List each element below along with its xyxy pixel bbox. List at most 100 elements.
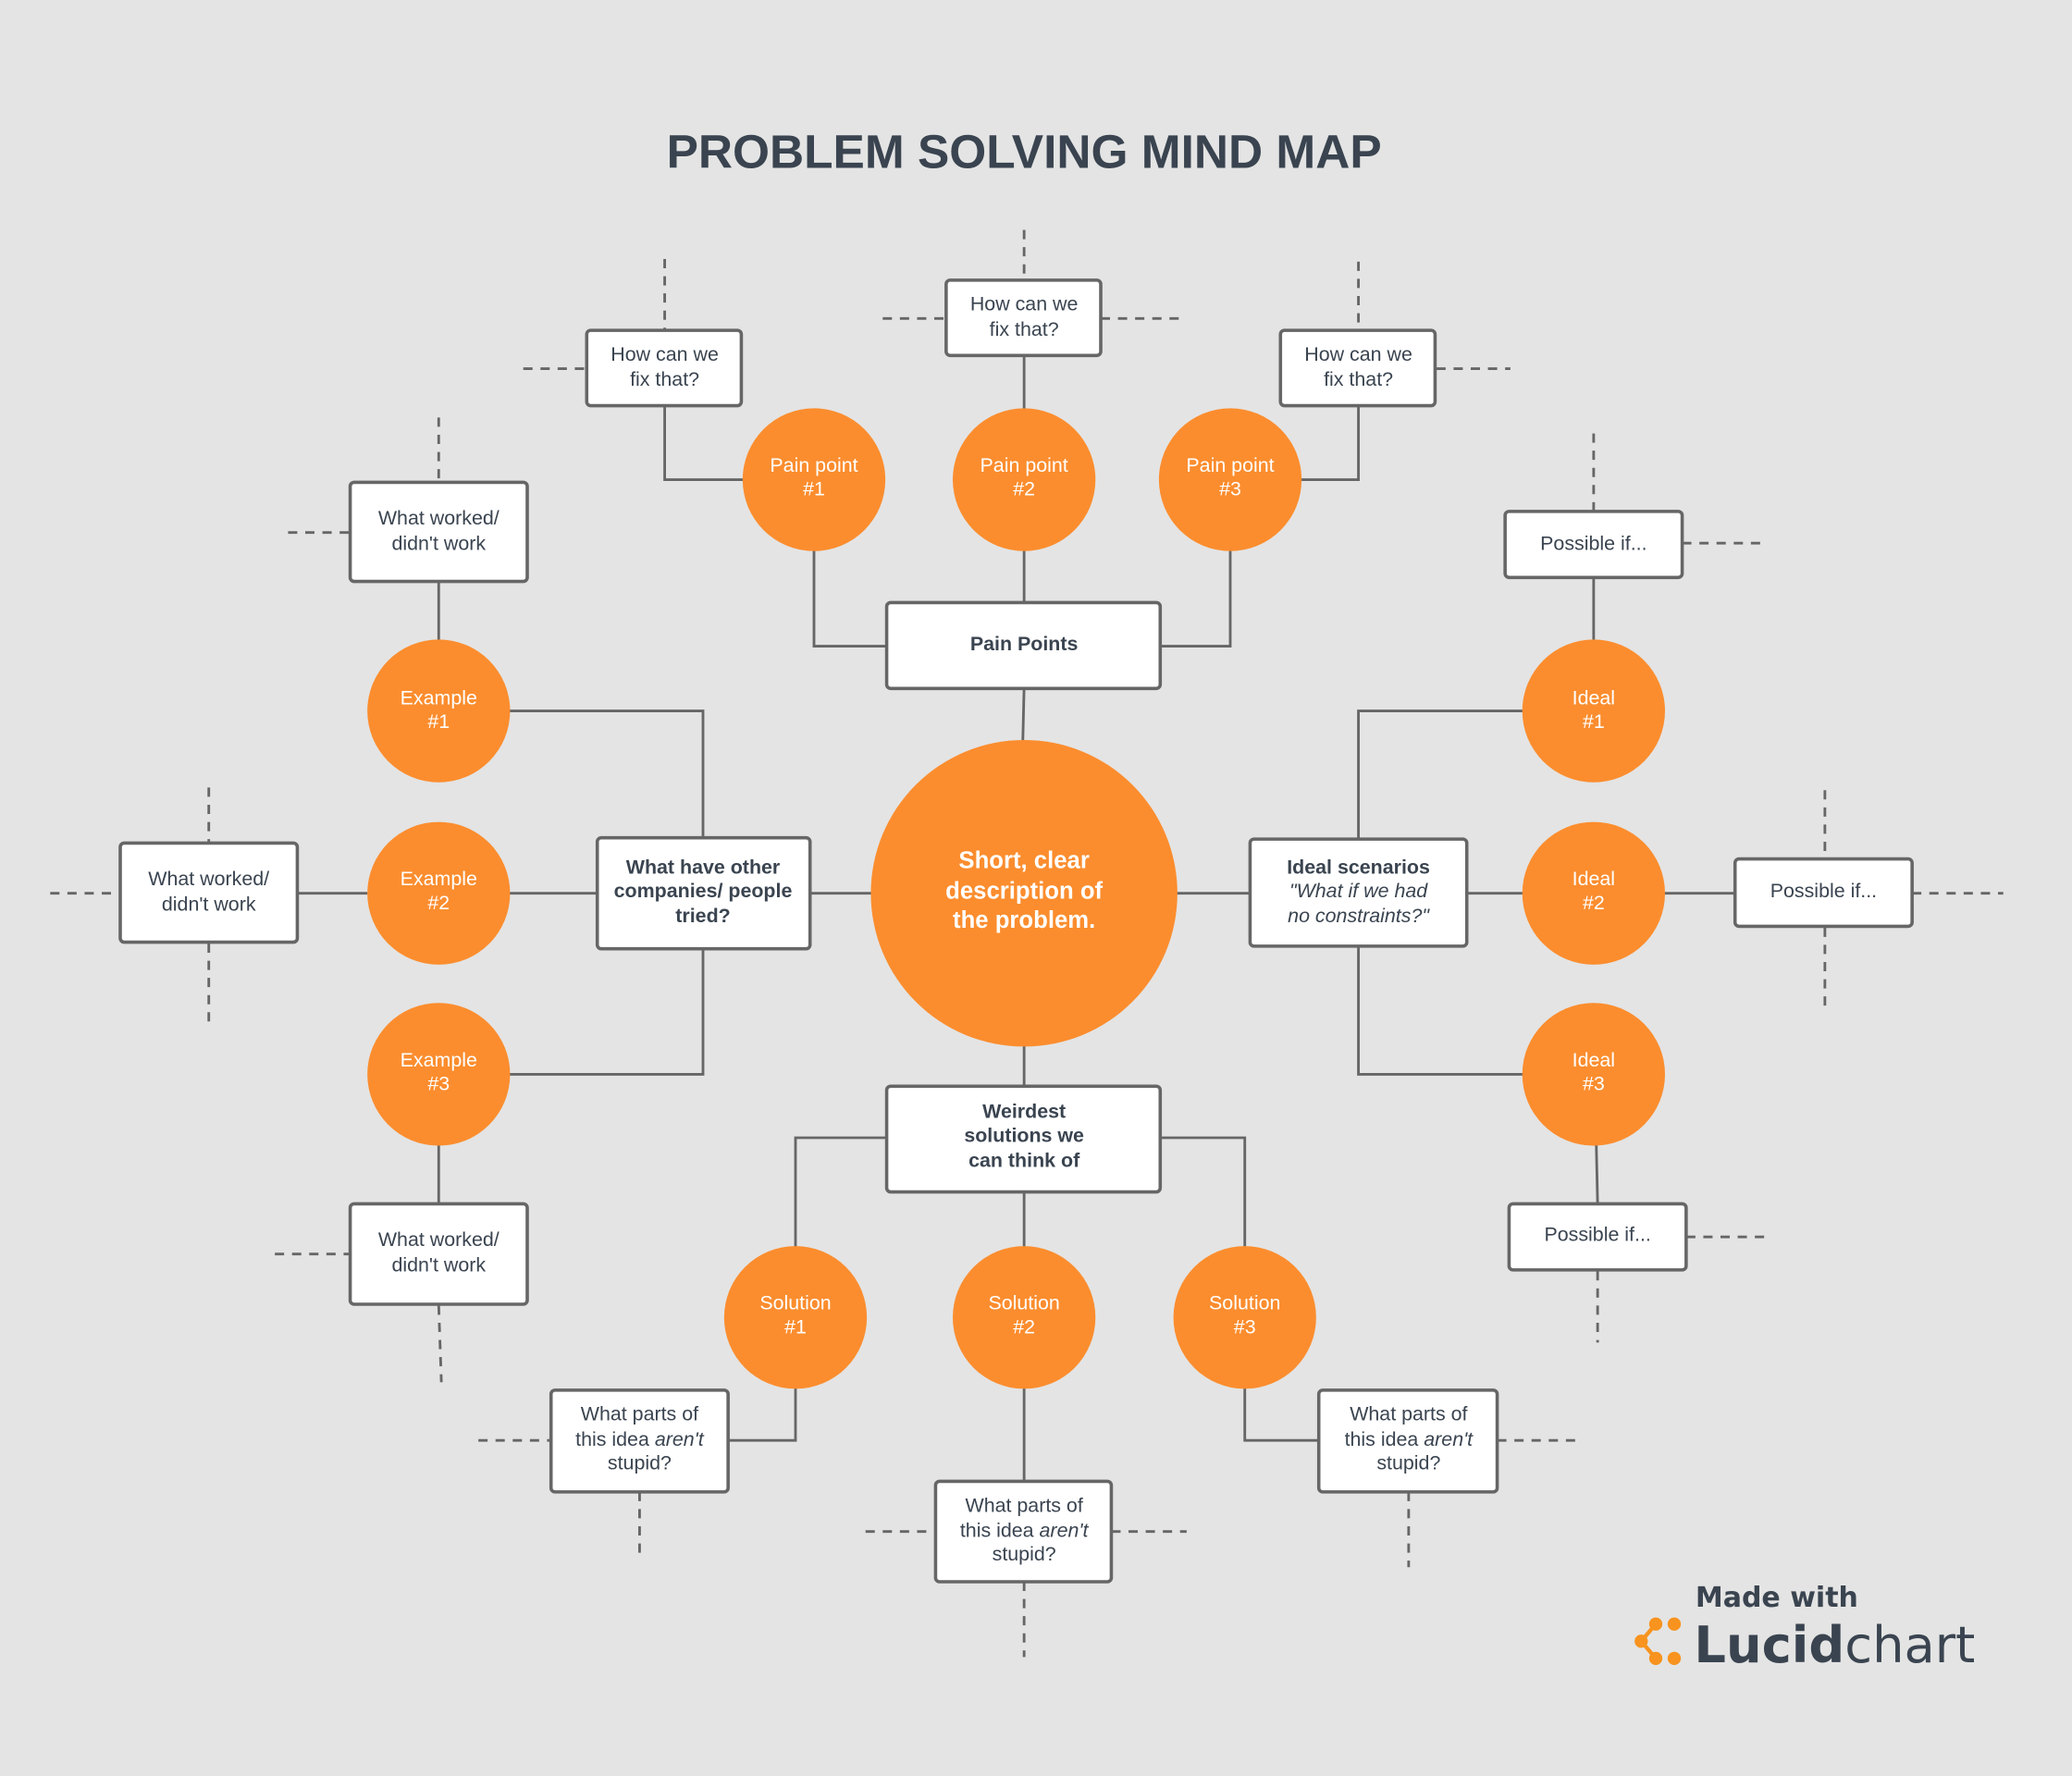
fix-that-line-1: How can we bbox=[610, 343, 719, 365]
not-stupid-plain: this idea bbox=[575, 1428, 655, 1450]
solution-number: #1 bbox=[784, 1315, 807, 1338]
worked-line-2: didn't work bbox=[391, 532, 486, 554]
not-stupid-node-3[interactable]: What parts of this idea aren't stupid? bbox=[1316, 1388, 1499, 1494]
possible-if-node-1[interactable]: Possible if... bbox=[1503, 510, 1684, 580]
fix-that-node-1[interactable]: How can we fix that? bbox=[585, 328, 744, 408]
mind-map-canvas: PROBLEM SOLVING MIND MAP Short, clear de… bbox=[0, 0, 2072, 1776]
possible-if-text: Possible if... bbox=[1540, 532, 1646, 554]
worked-line-1: What worked/ bbox=[378, 507, 500, 529]
pain-point-node-2[interactable]: Pain point #2 bbox=[953, 408, 1096, 551]
not-stupid-italic: aren't bbox=[1040, 1519, 1090, 1541]
worked-line-2: didn't work bbox=[391, 1253, 486, 1276]
worked-node-2[interactable]: What worked/ didn't work bbox=[118, 841, 300, 944]
not-stupid-italic: aren't bbox=[655, 1428, 705, 1450]
not-stupid-line-2: this idea aren't bbox=[575, 1428, 705, 1450]
solution-number: #3 bbox=[1234, 1315, 1256, 1338]
page-title: PROBLEM SOLVING MIND MAP bbox=[667, 124, 1382, 178]
others-tried-line-1: What have other bbox=[626, 856, 781, 878]
pain-point-number: #2 bbox=[1013, 478, 1035, 500]
central-problem-node[interactable]: Short, clear description of the problem. bbox=[870, 740, 1178, 1047]
pain-point-node-3[interactable]: Pain point #3 bbox=[1158, 408, 1302, 551]
example-label: Example bbox=[401, 1049, 477, 1071]
not-stupid-line-1: What parts of bbox=[1350, 1403, 1467, 1425]
pain-point-number: #1 bbox=[803, 478, 825, 500]
not-stupid-node-1[interactable]: What parts of this idea aren't stupid? bbox=[549, 1388, 730, 1494]
made-with-text: Made with bbox=[1696, 1582, 1858, 1614]
ideal-label: Ideal bbox=[1572, 1049, 1615, 1071]
central-text-line-3: the problem. bbox=[953, 907, 1095, 933]
brand-light: chart bbox=[1844, 1616, 1975, 1674]
central-text-line-2: description of bbox=[945, 878, 1103, 904]
worked-line-1: What worked/ bbox=[148, 868, 269, 890]
not-stupid-italic: aren't bbox=[1424, 1428, 1474, 1450]
ideal-number: #3 bbox=[1583, 1073, 1605, 1095]
pain-point-label: Pain point bbox=[770, 454, 857, 476]
not-stupid-plain: this idea bbox=[1345, 1428, 1424, 1450]
not-stupid-plain: this idea bbox=[960, 1519, 1040, 1541]
not-stupid-line-3: stupid? bbox=[993, 1543, 1056, 1565]
pain-points-branch-node[interactable]: Pain Points bbox=[884, 600, 1163, 691]
ideal-node-2[interactable]: Ideal #2 bbox=[1522, 821, 1665, 965]
pain-points-label: Pain Points bbox=[970, 633, 1079, 655]
solution-label: Solution bbox=[759, 1292, 831, 1314]
fix-that-line-2: fix that? bbox=[990, 318, 1059, 340]
not-stupid-line-2: this idea aren't bbox=[1345, 1428, 1474, 1450]
example-number: #2 bbox=[427, 892, 450, 914]
worked-node-3[interactable]: What worked/ didn't work bbox=[348, 1202, 529, 1306]
possible-if-node-2[interactable]: Possible if... bbox=[1733, 857, 1914, 929]
fix-that-line-2: fix that? bbox=[630, 368, 699, 390]
not-stupid-line-3: stupid? bbox=[608, 1452, 672, 1474]
others-tried-line-3: tried? bbox=[675, 905, 730, 927]
solution-node-3[interactable]: Solution #3 bbox=[1173, 1246, 1316, 1389]
not-stupid-line-1: What parts of bbox=[581, 1403, 698, 1425]
worked-line-2: didn't work bbox=[162, 893, 256, 915]
weirdest-solutions-branch-node[interactable]: Weirdest solutions we can think of bbox=[884, 1084, 1163, 1194]
ideal-label: Ideal bbox=[1572, 686, 1615, 709]
weirdest-line-3: can think of bbox=[968, 1149, 1080, 1171]
fix-that-line-1: How can we bbox=[970, 293, 1079, 315]
solution-number: #2 bbox=[1013, 1315, 1035, 1338]
fix-that-node-3[interactable]: How can we fix that? bbox=[1278, 328, 1437, 408]
weirdest-line-1: Weirdest bbox=[982, 1101, 1066, 1123]
pain-point-number: #3 bbox=[1219, 478, 1241, 500]
pain-point-label: Pain point bbox=[980, 454, 1068, 476]
solution-node-1[interactable]: Solution #1 bbox=[723, 1246, 868, 1389]
possible-if-text: Possible if... bbox=[1770, 880, 1877, 902]
possible-if-text: Possible if... bbox=[1544, 1223, 1650, 1245]
ideal-scenarios-heading: Ideal scenarios bbox=[1287, 856, 1430, 878]
solution-node-2[interactable]: Solution #2 bbox=[953, 1246, 1096, 1389]
pain-point-node-1[interactable]: Pain point #1 bbox=[742, 408, 886, 551]
worked-node-1[interactable]: What worked/ didn't work bbox=[348, 480, 529, 584]
ideal-scenarios-branch-node[interactable]: Ideal scenarios "What if we had no const… bbox=[1248, 837, 1469, 948]
example-number: #1 bbox=[427, 710, 450, 733]
lucidchart-wordmark: Lucidchart bbox=[1694, 1616, 1975, 1674]
others-tried-branch-node[interactable]: What have other companies/ people tried? bbox=[595, 835, 812, 951]
example-label: Example bbox=[401, 868, 477, 890]
fix-that-line-1: How can we bbox=[1304, 343, 1412, 365]
ideal-node-1[interactable]: Ideal #1 bbox=[1522, 639, 1665, 783]
pain-point-label: Pain point bbox=[1186, 454, 1274, 476]
others-tried-line-2: companies/ people bbox=[614, 880, 793, 902]
not-stupid-line-2: this idea aren't bbox=[960, 1519, 1090, 1541]
solution-label: Solution bbox=[1209, 1292, 1280, 1314]
ideal-scenarios-sub-2: no constraints?" bbox=[1288, 905, 1430, 927]
example-number: #3 bbox=[427, 1073, 450, 1095]
example-node-1[interactable]: Example #1 bbox=[367, 639, 511, 783]
worked-line-1: What worked/ bbox=[378, 1228, 500, 1251]
possible-if-node-3[interactable]: Possible if... bbox=[1507, 1202, 1688, 1272]
solution-label: Solution bbox=[988, 1292, 1059, 1314]
example-node-3[interactable]: Example #3 bbox=[367, 1003, 511, 1146]
fix-that-line-2: fix that? bbox=[1324, 368, 1393, 390]
connector-center-painpoints bbox=[1021, 686, 1026, 743]
ideal-number: #1 bbox=[1583, 710, 1605, 733]
ideal-scenarios-sub-1: "What if we had bbox=[1289, 880, 1428, 902]
example-node-2[interactable]: Example #2 bbox=[367, 821, 511, 965]
weirdest-line-2: solutions we bbox=[964, 1124, 1084, 1146]
brand-bold: Lucid bbox=[1694, 1616, 1844, 1674]
not-stupid-node-2[interactable]: What parts of this idea aren't stupid? bbox=[933, 1479, 1114, 1584]
ideal-node-3[interactable]: Ideal #3 bbox=[1522, 1003, 1665, 1146]
central-text-line-1: Short, clear bbox=[958, 848, 1089, 874]
not-stupid-line-3: stupid? bbox=[1376, 1452, 1440, 1474]
ideal-label: Ideal bbox=[1572, 868, 1615, 890]
fix-that-node-2[interactable]: How can we fix that? bbox=[944, 278, 1103, 358]
